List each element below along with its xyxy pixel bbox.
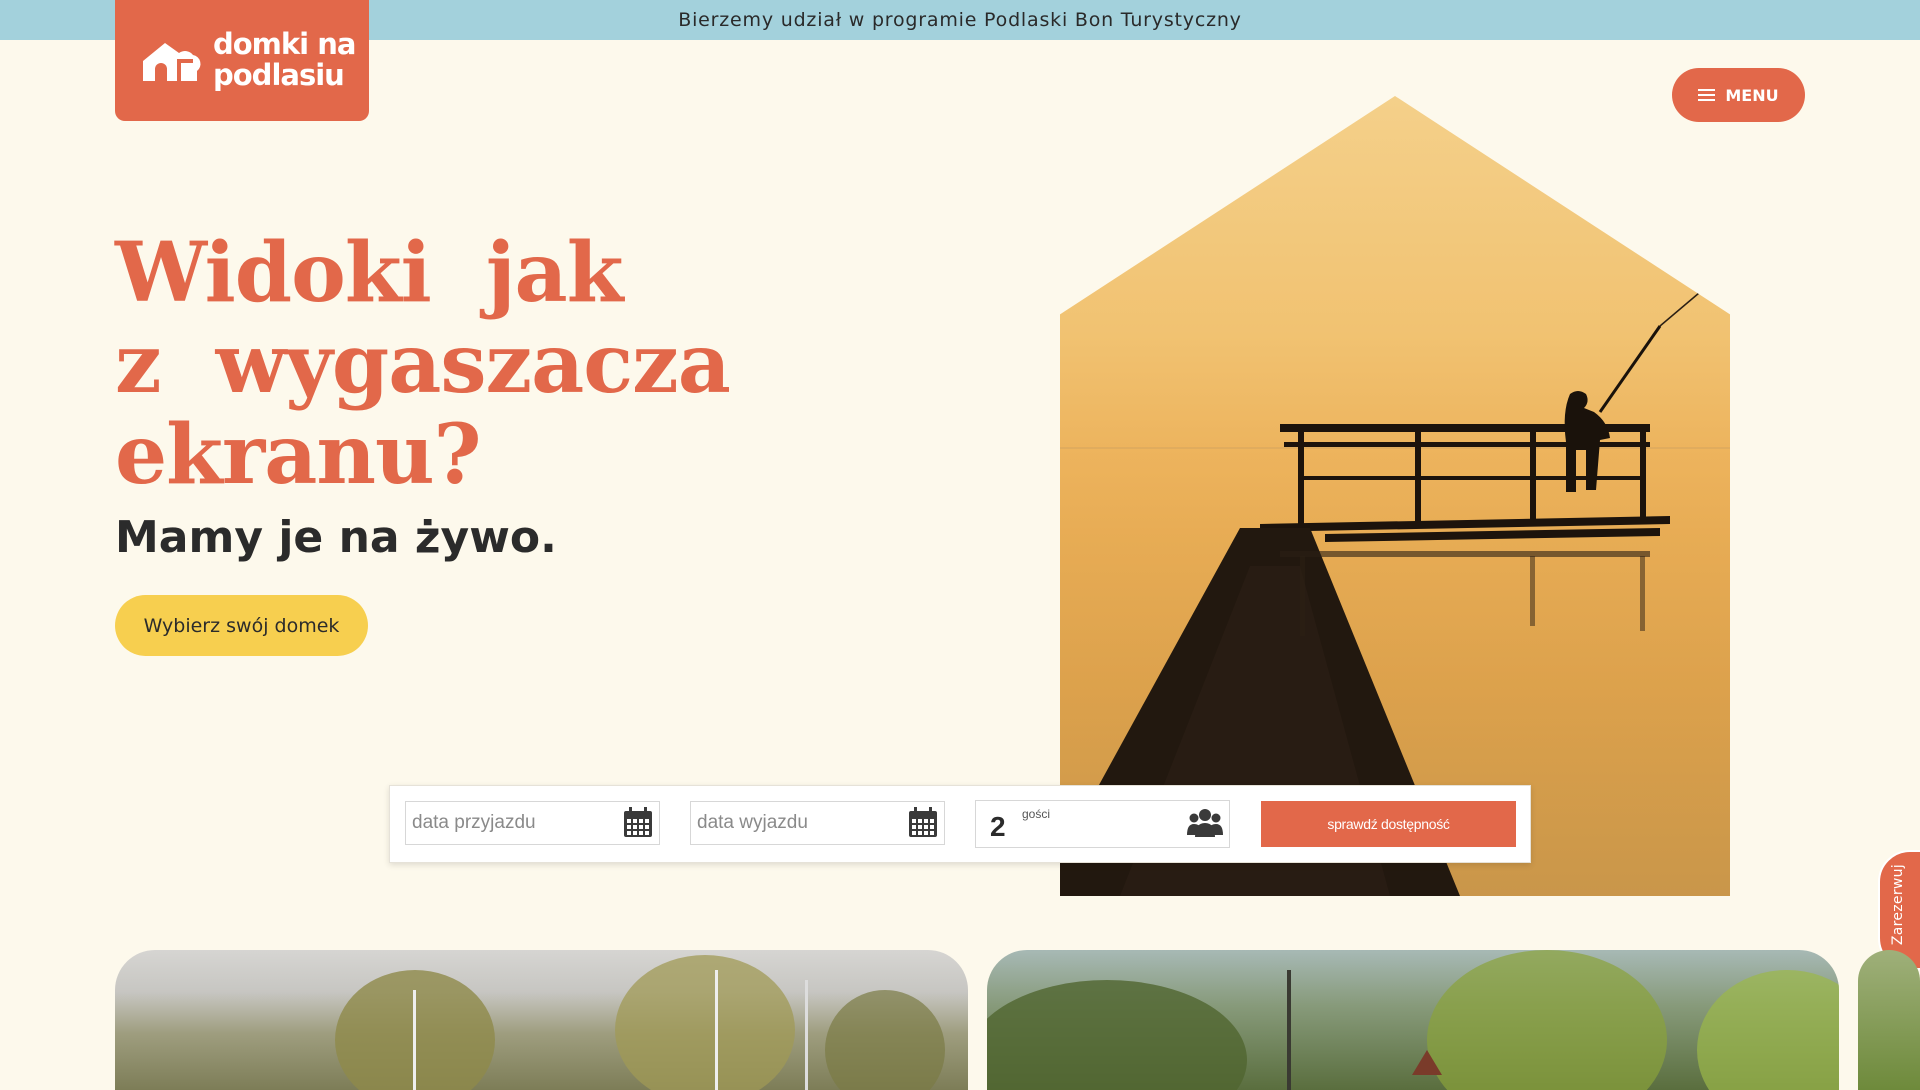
hamburger-icon xyxy=(1698,89,1716,101)
calendar-icon[interactable] xyxy=(623,807,653,838)
arrival-date-input[interactable] xyxy=(412,812,612,834)
calendar-icon[interactable] xyxy=(908,807,938,838)
cottage-photo-3[interactable] xyxy=(1858,950,1920,1090)
people-icon xyxy=(1187,809,1223,837)
guests-field[interactable]: 2 gości xyxy=(975,800,1230,848)
pier-fisherman-image xyxy=(1060,270,1730,896)
logo-text: domki na podlasiu xyxy=(213,26,356,92)
logo[interactable]: domki na podlasiu xyxy=(115,0,369,121)
guests-label: gości xyxy=(1022,807,1051,821)
birch-trees-image xyxy=(335,955,945,1090)
cottage-photo-2[interactable] xyxy=(987,950,1839,1090)
hero-house-image xyxy=(1060,96,1730,896)
cottage-photo-1[interactable] xyxy=(115,950,968,1090)
hero-title: Widoki jak z wygaszacza ekranu? xyxy=(115,225,731,503)
forest-cottage-image xyxy=(987,950,1839,1090)
menu-button[interactable]: MENU xyxy=(1672,68,1805,122)
house-logo-icon xyxy=(143,42,201,81)
arrival-date-field[interactable] xyxy=(405,801,660,845)
reserve-label: Zarezerwuj xyxy=(1890,864,1906,946)
choose-cottage-button[interactable]: Wybierz swój domek xyxy=(115,595,368,656)
booking-form: 2 gości sprawdź dostępność xyxy=(389,785,1531,863)
guests-count: 2 xyxy=(990,811,1006,842)
departure-date-field[interactable] xyxy=(690,801,945,845)
menu-label: MENU xyxy=(1725,85,1779,105)
check-availability-button[interactable]: sprawdź dostępność xyxy=(1261,801,1516,847)
announcement-text: Bierzemy udział w programie Podlaski Bon… xyxy=(678,9,1242,31)
hero-subtitle: Mamy je na żywo. xyxy=(115,512,557,563)
departure-date-input[interactable] xyxy=(697,812,897,834)
